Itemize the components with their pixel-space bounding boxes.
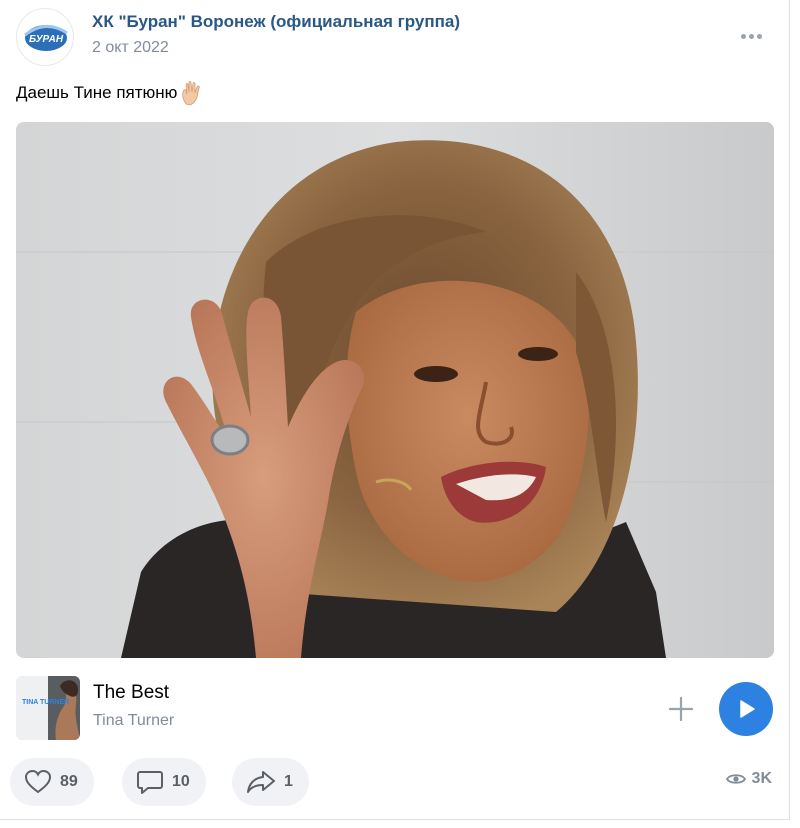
share-button[interactable]: 1 [232, 758, 309, 806]
svg-text:TINA TURNER: TINA TURNER [22, 699, 69, 706]
comment-button[interactable]: 10 [122, 758, 206, 806]
eye-icon [725, 774, 746, 784]
wall-post: БУРАН ХК "Буран" Воронеж (официальная гр… [0, 0, 790, 820]
share-count: 1 [284, 773, 293, 790]
post-text-container: Даешь Тине пятюню [16, 80, 205, 106]
post-text: Даешь Тине пятюню [16, 83, 178, 102]
track-title[interactable]: The Best [93, 682, 169, 704]
post-date[interactable]: 2 окт 2022 [92, 39, 169, 57]
views-counter: 3K [725, 770, 772, 788]
share-arrow-icon [247, 771, 275, 793]
heart-icon [24, 769, 52, 794]
add-track-icon[interactable] [664, 692, 698, 726]
svg-text:БУРАН: БУРАН [29, 34, 64, 45]
more-options-icon[interactable] [735, 26, 767, 46]
post-header: БУРАН ХК "Буран" Воронеж (официальная гр… [16, 8, 773, 66]
post-actions: 89 10 1 3K [10, 758, 780, 808]
comment-icon [137, 771, 163, 794]
play-button[interactable] [719, 682, 773, 736]
group-avatar[interactable]: БУРАН [16, 8, 74, 66]
like-count: 89 [60, 773, 78, 790]
audio-attachment[interactable]: TINA TURNER The Best Tina Turner [16, 676, 774, 742]
like-button[interactable]: 89 [10, 758, 94, 806]
play-icon [740, 700, 755, 718]
views-count: 3K [751, 770, 772, 787]
post-author-link[interactable]: ХК "Буран" Воронеж (официальная группа) [92, 12, 460, 32]
raised-hand-icon [179, 80, 205, 106]
photo-image [16, 122, 774, 658]
buran-logo: БУРАН [23, 23, 69, 53]
comment-count: 10 [172, 773, 190, 790]
track-artist[interactable]: Tina Turner [93, 712, 174, 730]
album-cover: TINA TURNER [16, 676, 80, 740]
post-photo[interactable] [16, 122, 774, 658]
